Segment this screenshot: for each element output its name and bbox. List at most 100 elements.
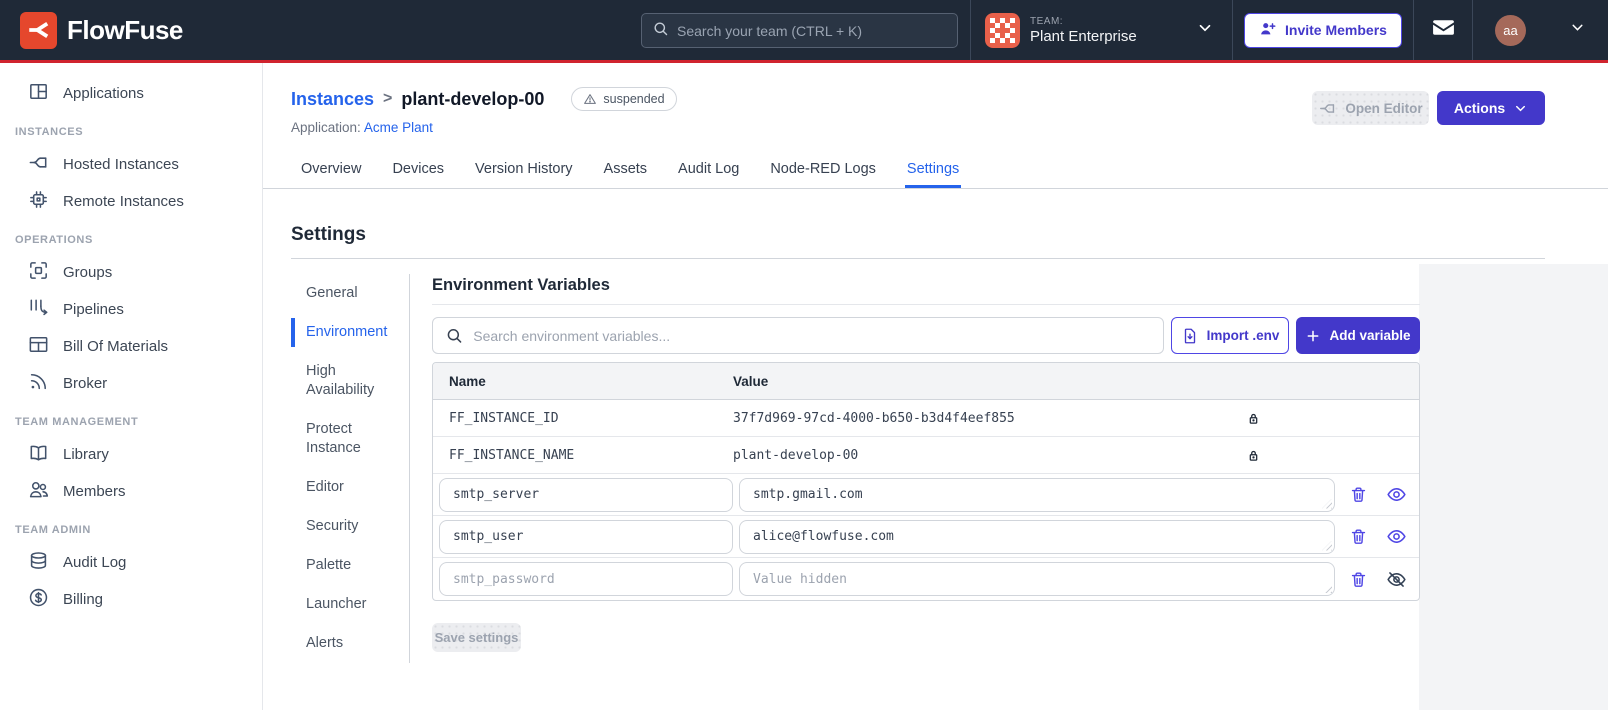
settings-nav-high-availability[interactable]: High Availability: [291, 352, 409, 410]
status-badge: suspended: [571, 87, 677, 111]
sidebar-item-audit-log[interactable]: Audit Log: [0, 544, 262, 581]
chevron-down-icon: [1196, 19, 1214, 42]
main-content: Instances > plant-develop-00 suspended A…: [263, 63, 1608, 710]
table-row: FF_INSTANCE_NAME plant-develop-00: [433, 437, 1419, 474]
warning-icon: [584, 94, 597, 104]
add-variable-button[interactable]: Add variable: [1296, 317, 1420, 354]
actions-button[interactable]: Actions: [1437, 91, 1545, 125]
tab-assets[interactable]: Assets: [602, 152, 650, 188]
table-row: [433, 474, 1419, 516]
team-avatar: [985, 12, 1020, 48]
settings-nav: General Environment High Availability Pr…: [291, 274, 410, 663]
brand[interactable]: FlowFuse: [0, 11, 183, 49]
settings-nav-editor[interactable]: Editor: [291, 468, 409, 507]
import-env-button[interactable]: Import .env: [1171, 317, 1289, 354]
show-value-button[interactable]: [1386, 484, 1407, 505]
sidebar-item-billing[interactable]: Billing: [0, 581, 262, 618]
env-var-value-input[interactable]: [739, 477, 1335, 512]
settings-nav-launcher[interactable]: Launcher: [291, 585, 409, 624]
instance-name: plant-develop-00: [401, 88, 545, 109]
sidebar-item-members[interactable]: Members: [0, 473, 262, 510]
billing-icon: [27, 586, 50, 613]
user-plus-icon: [1259, 20, 1277, 41]
search-input[interactable]: [677, 22, 947, 39]
sidebar-section-team-management: TEAM MANAGEMENT: [15, 416, 139, 428]
sidebar-item-applications[interactable]: Applications: [0, 75, 262, 112]
invite-members-button[interactable]: Invite Members: [1244, 12, 1402, 48]
sidebar-item-bill-of-materials[interactable]: Bill Of Materials: [0, 328, 262, 365]
hosted-instances-icon: [27, 151, 50, 178]
delete-variable-button[interactable]: [1349, 570, 1368, 589]
editor-icon: [1320, 103, 1335, 113]
notifications-button[interactable]: [1413, 0, 1472, 60]
divider: [432, 304, 1420, 305]
audit-log-icon: [27, 549, 50, 576]
sidebar-section-instances: INSTANCES: [15, 126, 84, 138]
delete-variable-button[interactable]: [1349, 527, 1368, 546]
sidebar-item-hosted-instances[interactable]: Hosted Instances: [0, 146, 262, 183]
flowfuse-app: FlowFuse Search your team (CTRL + K) TEA…: [0, 0, 1608, 710]
library-icon: [27, 441, 50, 468]
environment-panel: Environment Variables Search environment…: [432, 274, 1420, 663]
open-editor-button[interactable]: Open Editor: [1312, 91, 1429, 125]
tab-settings[interactable]: Settings: [904, 152, 962, 188]
applications-icon: [27, 80, 50, 107]
env-var-name: FF_INSTANCE_ID: [449, 410, 559, 426]
panel-title: Environment Variables: [432, 276, 610, 294]
env-var-name-input[interactable]: [439, 477, 733, 512]
env-var-value-input[interactable]: [739, 519, 1335, 554]
table-row: FF_INSTANCE_ID 37f7d969-97cd-4000-b650-b…: [433, 400, 1419, 437]
settings-nav-general[interactable]: General: [291, 274, 409, 313]
user-avatar: aa: [1495, 14, 1526, 46]
sidebar-item-groups[interactable]: Groups: [0, 254, 262, 291]
tab-devices[interactable]: Devices: [390, 152, 446, 188]
hide-value-button[interactable]: [1386, 569, 1407, 590]
sidebar-item-pipelines[interactable]: Pipelines: [0, 291, 262, 328]
tab-audit-log[interactable]: Audit Log: [676, 152, 741, 188]
env-search[interactable]: [432, 317, 1164, 354]
save-settings-button[interactable]: Save settings: [432, 623, 521, 652]
sidebar-section-team-admin: TEAM ADMIN: [15, 524, 91, 536]
trash-icon: [1351, 529, 1366, 544]
groups-icon: [27, 259, 50, 286]
settings-nav-alerts[interactable]: Alerts: [291, 624, 409, 663]
env-var-name-input[interactable]: [439, 519, 733, 554]
settings-nav-protect-instance[interactable]: Protect Instance: [291, 410, 409, 468]
settings-nav-security[interactable]: Security: [291, 507, 409, 546]
tab-node-red-logs[interactable]: Node-RED Logs: [768, 152, 878, 188]
eye-off-icon: [1387, 571, 1406, 587]
sidebar-item-broker[interactable]: Broker: [0, 365, 262, 402]
env-var-value-input[interactable]: [739, 562, 1335, 596]
application-label: Application:: [291, 120, 361, 135]
eye-icon: [1387, 530, 1406, 543]
settings-nav-palette[interactable]: Palette: [291, 546, 409, 585]
trash-icon: [1351, 487, 1366, 502]
tab-overview[interactable]: Overview: [299, 152, 363, 188]
team-selector[interactable]: TEAM: Plant Enterprise: [970, 0, 1232, 60]
settings-title: Settings: [291, 224, 366, 245]
brand-wordmark: FlowFuse: [67, 14, 183, 45]
env-var-name: FF_INSTANCE_NAME: [449, 447, 575, 463]
env-var-name-input[interactable]: [439, 562, 733, 596]
breadcrumb-instances-link[interactable]: Instances: [291, 89, 374, 110]
tab-version-history[interactable]: Version History: [473, 152, 575, 188]
chevron-down-icon: [1516, 105, 1526, 111]
top-navbar: FlowFuse Search your team (CTRL + K) TEA…: [0, 0, 1608, 63]
team-search[interactable]: [641, 13, 958, 48]
navbar-right: TEAM: Plant Enterprise Invite Members aa: [970, 0, 1608, 60]
table-row: [433, 558, 1419, 600]
env-search-input[interactable]: [473, 327, 1151, 344]
sidebar-item-remote-instances[interactable]: Remote Instances: [0, 183, 262, 220]
team-label: TEAM:: [1030, 15, 1064, 27]
search-icon: [447, 329, 462, 343]
show-value-button[interactable]: [1386, 526, 1407, 547]
remote-instances-icon: [27, 188, 50, 215]
document-download-icon: [1184, 328, 1195, 343]
settings-nav-environment[interactable]: Environment: [291, 313, 409, 352]
user-menu[interactable]: aa: [1472, 0, 1608, 60]
delete-variable-button[interactable]: [1349, 485, 1368, 504]
env-variables-table: Name Value FF_INSTANCE_ID 37f7d969-97cd-…: [432, 362, 1420, 601]
chevron-down-icon: [1569, 19, 1586, 41]
application-link[interactable]: Acme Plant: [364, 120, 433, 135]
sidebar-item-library[interactable]: Library: [0, 436, 262, 473]
